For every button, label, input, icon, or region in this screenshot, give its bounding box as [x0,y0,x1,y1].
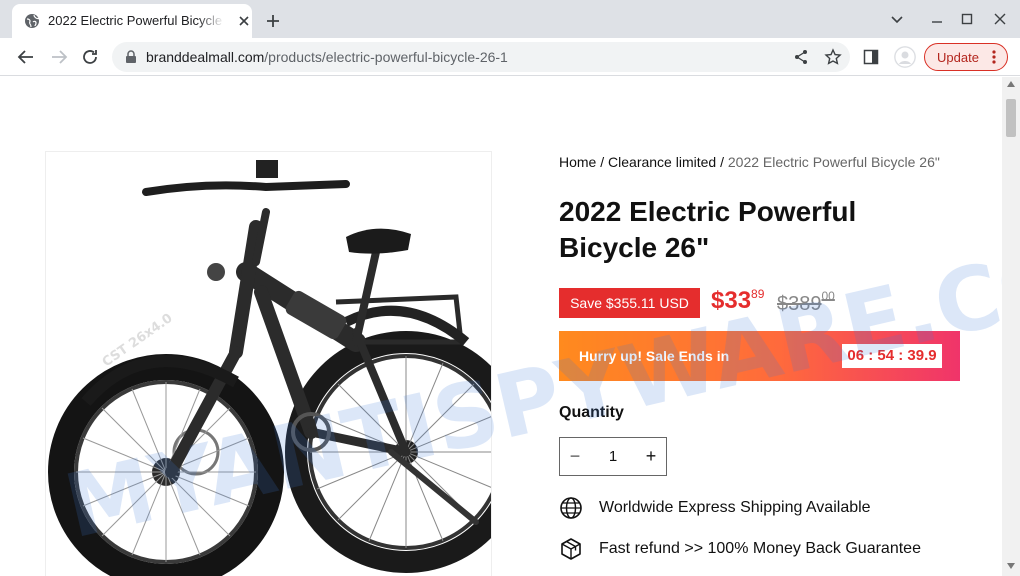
url-text: branddealmall.com/products/electric-powe… [146,49,508,65]
sale-countdown-text: Hurry up! Sale Ends in [579,348,730,364]
quantity-increase-button[interactable]: + [636,438,666,475]
globe-favicon-icon [25,14,40,28]
update-label: Update [937,50,979,65]
electric-bike-image: CST 26x4.0 [48,160,491,576]
sale-price-cents: 89 [751,287,765,301]
bookmark-star-icon[interactable] [824,48,842,66]
page-viewport: CST 26x4.0 Home / Clearance limited / 20… [0,77,1002,576]
browser-tab[interactable]: 2022 Electric Powerful Bicycle 26" [12,4,252,38]
bike-seat [346,228,411,254]
breadcrumb-current: 2022 Electric Powerful Bicycle 26" [727,154,940,170]
battery-pack [285,290,347,340]
url-path: /products/electric-powerful-bicycle-26-1 [264,49,508,65]
globe-icon [560,497,582,519]
url-host: branddealmall.com [146,49,265,65]
profile-avatar[interactable] [894,46,916,68]
close-tab-icon[interactable] [236,13,252,29]
breadcrumb-separator: / [716,154,728,170]
new-tab-icon[interactable] [264,12,282,30]
address-bar[interactable]: branddealmall.com/products/electric-powe… [112,42,850,72]
breadcrumb-home-link[interactable]: Home [559,154,596,170]
compare-price-main: $389 [777,293,822,315]
product-title: 2022 Electric Powerful Bicycle 26" [559,196,857,263]
tab-strip: 2022 Electric Powerful Bicycle 26" [0,0,1020,38]
lock-icon[interactable] [124,50,138,64]
quantity-decrease-button[interactable]: − [560,438,590,475]
breadcrumb-separator: / [596,154,609,170]
compare-price: $38900 [777,289,835,316]
quantity-label: Quantity [559,404,624,421]
profile-icon [894,46,916,68]
scroll-up-arrow-icon[interactable] [1007,81,1015,87]
display-unit [256,160,278,178]
more-menu-icon[interactable] [991,49,997,65]
feature-text: Worldwide Express Shipping Available [599,499,871,516]
minimize-icon[interactable] [928,10,946,28]
close-window-icon[interactable] [991,10,1009,28]
reload-icon[interactable] [80,47,100,67]
handlebar [142,180,350,196]
sale-price: $3389 [711,287,764,315]
scroll-down-arrow-icon[interactable] [1007,563,1015,569]
sale-price-main: $33 [711,287,752,314]
headlight [207,263,225,281]
sale-countdown-bar: Hurry up! Sale Ends in 06 : 54 : 39.9 [559,331,960,381]
product-image[interactable]: CST 26x4.0 [45,151,492,576]
countdown-timer: 06 : 54 : 39.9 [842,344,942,368]
feature-text: Fast refund >> 100% Money Back Guarantee [599,540,921,557]
tab-title: 2022 Electric Powerful Bicycle 26" [48,13,224,28]
browser-toolbar: branddealmall.com/products/electric-powe… [0,38,1020,76]
forward-arrow-icon[interactable] [49,47,69,67]
breadcrumb: Home / Clearance limited / 2022 Electric… [559,154,940,170]
tab-search-chevron-icon[interactable] [888,10,906,28]
back-arrow-icon[interactable] [16,47,36,67]
update-button[interactable]: Update [924,43,1008,71]
quantity-input[interactable]: 1 [590,438,636,475]
kickstand [388,449,479,525]
scrollbar-thumb[interactable] [1006,99,1016,137]
breadcrumb-category-link[interactable]: Clearance limited [608,154,716,170]
side-panel-icon[interactable] [862,48,880,66]
quantity-stepper: − 1 + [559,437,667,476]
compare-price-cents: 00 [821,289,835,303]
save-badge: Save $355.11 USD [559,288,700,318]
share-icon[interactable] [792,48,810,66]
box-icon [561,538,581,560]
vertical-scrollbar[interactable] [1002,77,1020,576]
maximize-icon[interactable] [958,10,976,28]
